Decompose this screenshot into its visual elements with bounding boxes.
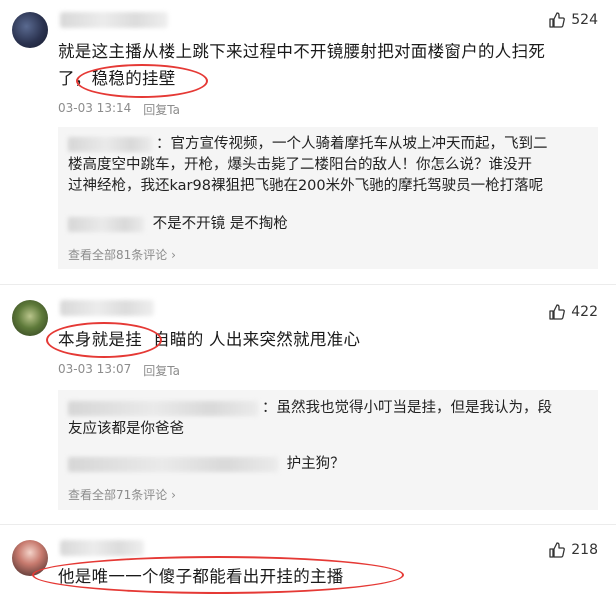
replies-box: ：虽然我也觉得小叮当是挂，但是我认为，段 友应该都是你爸爸 护主狗？ 查看全部7… bbox=[58, 390, 598, 510]
reply-username-blurred[interactable] bbox=[68, 216, 144, 232]
username-blurred[interactable] bbox=[60, 300, 154, 316]
like-button[interactable]: 218 bbox=[549, 542, 598, 558]
thumbs-up-icon bbox=[549, 542, 566, 558]
timestamp: 03-03 13:07 bbox=[58, 362, 132, 376]
red-circle-annotation bbox=[32, 556, 404, 594]
thumbs-up-icon bbox=[549, 304, 566, 320]
divider bbox=[0, 524, 616, 525]
reply-username-blurred[interactable] bbox=[68, 136, 152, 152]
like-count: 218 bbox=[571, 542, 598, 558]
username-blurred[interactable] bbox=[60, 540, 144, 556]
like-count: 422 bbox=[571, 304, 598, 320]
reply-username-blurred[interactable] bbox=[68, 400, 258, 416]
red-circle-annotation bbox=[76, 64, 208, 98]
reply-item: ：虽然我也觉得小叮当是挂，但是我认为，段 友应该都是你爸爸 bbox=[68, 400, 552, 437]
view-all-replies-link[interactable]: 查看全部81条评论 › bbox=[68, 246, 176, 263]
divider bbox=[0, 284, 616, 285]
like-count: 524 bbox=[571, 12, 598, 28]
red-circle-annotation bbox=[46, 322, 162, 358]
reply-item: 护主狗？ bbox=[68, 454, 588, 475]
avatar[interactable] bbox=[12, 300, 48, 336]
view-all-replies-link[interactable]: 查看全部71条评论 › bbox=[68, 486, 176, 503]
username-blurred[interactable] bbox=[60, 12, 168, 28]
reply-item: 不是不开镜 是不掏枪 bbox=[68, 214, 588, 235]
timestamp: 03-03 13:14 bbox=[58, 101, 132, 115]
replies-box: ：官方宣传视频，一个人骑着摩托车从坡上冲天而起，飞到二 楼高度空中跳车，开枪，爆… bbox=[58, 127, 598, 269]
avatar[interactable] bbox=[12, 12, 48, 48]
thumbs-up-icon bbox=[549, 12, 566, 28]
like-button[interactable]: 524 bbox=[549, 12, 598, 28]
reply-username-blurred[interactable] bbox=[68, 456, 278, 472]
comment-meta: 03-03 13:14 回复Ta bbox=[58, 101, 180, 118]
like-button[interactable]: 422 bbox=[549, 304, 598, 320]
reply-button[interactable]: 回复Ta bbox=[143, 101, 180, 118]
comment-meta: 03-03 13:07 回复Ta bbox=[58, 362, 180, 379]
reply-item: ：官方宣传视频，一个人骑着摩托车从坡上冲天而起，飞到二 楼高度空中跳车，开枪，爆… bbox=[68, 136, 548, 194]
reply-button[interactable]: 回复Ta bbox=[143, 362, 180, 379]
